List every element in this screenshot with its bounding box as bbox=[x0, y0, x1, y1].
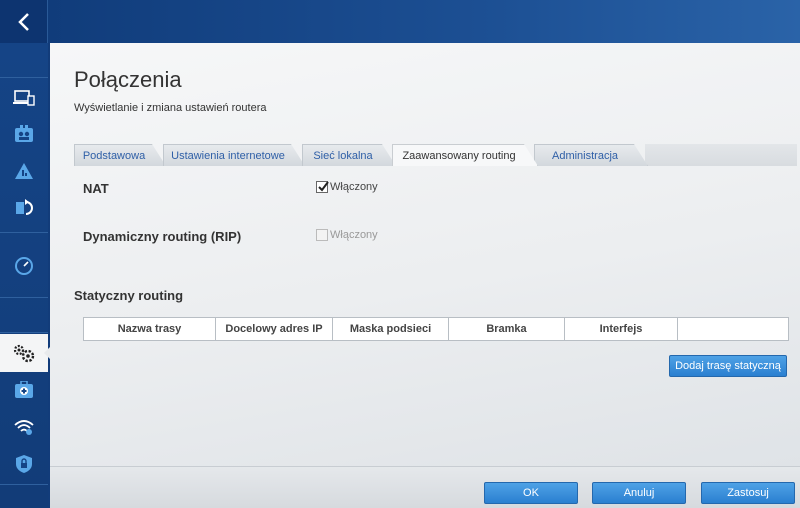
column-header-gateway: Bramka bbox=[449, 318, 565, 340]
sidebar-item-troubleshooting[interactable] bbox=[0, 372, 48, 408]
sidebar-item-parental-controls[interactable] bbox=[0, 116, 48, 152]
sidebar-item-devices[interactable] bbox=[0, 80, 48, 116]
rip-label: Dynamiczny routing (RIP) bbox=[83, 229, 242, 244]
nat-checkbox-label: Włączony bbox=[330, 181, 378, 193]
back-button[interactable] bbox=[0, 0, 48, 43]
apply-button[interactable]: Zastosuj bbox=[701, 482, 795, 504]
nat-label: NAT bbox=[83, 181, 109, 196]
rip-checkbox-label: Włączony bbox=[330, 229, 378, 241]
rip-checkbox[interactable] bbox=[316, 229, 328, 241]
tab-administration[interactable]: Administracja bbox=[534, 144, 648, 166]
top-bar bbox=[0, 0, 800, 43]
sidebar bbox=[0, 43, 50, 508]
column-header-interface: Interfejs bbox=[565, 318, 678, 340]
tab-label: Ustawienia internetowe bbox=[171, 149, 285, 162]
sidebar-divider bbox=[0, 484, 48, 485]
cancel-button[interactable]: Anuluj bbox=[592, 482, 686, 504]
checkmark-icon bbox=[318, 181, 329, 192]
footer-bar: OK Anuluj Zastosuj bbox=[50, 466, 800, 508]
static-routes-table: Nazwa trasy Docelowy adres IP Maska pods… bbox=[83, 317, 789, 341]
sidebar-item-network-map[interactable] bbox=[0, 153, 48, 189]
sidebar-divider bbox=[0, 332, 48, 333]
tab-label: Sieć lokalna bbox=[313, 149, 373, 162]
connectivity-icon bbox=[13, 344, 35, 363]
ok-button[interactable]: OK bbox=[484, 482, 578, 504]
network-map-icon bbox=[15, 163, 33, 179]
tab-label: Zaawansowany routing bbox=[402, 149, 516, 162]
column-header-actions bbox=[678, 318, 788, 340]
nat-checkbox-group[interactable]: Włączony bbox=[316, 181, 378, 193]
column-header-destination-ip: Docelowy adres IP bbox=[216, 318, 333, 340]
troubleshooting-icon bbox=[15, 381, 33, 398]
tab-internet-settings[interactable]: Ustawienia internetowe bbox=[163, 144, 305, 166]
tab-advanced-routing[interactable]: Zaawansowany routing bbox=[392, 144, 538, 166]
tab-bar-fill bbox=[645, 144, 797, 166]
column-header-subnet-mask: Maska podsieci bbox=[333, 318, 449, 340]
tab-label: Administracja bbox=[551, 149, 619, 162]
back-icon bbox=[17, 12, 29, 31]
sidebar-item-wireless[interactable] bbox=[0, 409, 48, 445]
tab-basic[interactable]: Podstawowa bbox=[74, 144, 166, 166]
column-header-route-name: Nazwa trasy bbox=[84, 318, 216, 340]
tab-local-network[interactable]: Sieć lokalna bbox=[302, 144, 396, 166]
sidebar-item-connectivity[interactable] bbox=[0, 334, 48, 372]
sidebar-item-security[interactable] bbox=[0, 446, 48, 482]
rip-checkbox-group[interactable]: Włączony bbox=[316, 229, 378, 241]
wireless-icon bbox=[14, 420, 34, 435]
tab-label: Podstawowa bbox=[82, 149, 146, 162]
parental-controls-icon bbox=[15, 125, 33, 142]
sidebar-divider bbox=[0, 232, 48, 233]
add-static-route-button[interactable]: Dodaj trasę statyczną bbox=[669, 355, 787, 377]
tab-bar: Podstawowa Ustawienia internetowe Sieć l… bbox=[74, 144, 797, 166]
page-title: Połączenia bbox=[74, 67, 182, 92]
sidebar-item-speed-test[interactable] bbox=[0, 248, 48, 284]
security-icon bbox=[16, 455, 32, 473]
sidebar-item-media-prioritization[interactable] bbox=[0, 190, 48, 226]
page-subtitle: Wyświetlanie i zmiana ustawień routera bbox=[74, 102, 267, 114]
speed-test-icon bbox=[15, 257, 33, 275]
sidebar-divider bbox=[0, 297, 48, 298]
media-prioritization-icon bbox=[16, 199, 33, 215]
main-panel: Połączenia Wyświetlanie i zmiana ustawie… bbox=[50, 43, 800, 466]
static-routing-heading: Statyczny routing bbox=[74, 288, 184, 303]
sidebar-divider bbox=[0, 77, 48, 78]
nat-checkbox[interactable] bbox=[316, 181, 329, 193]
devices-icon bbox=[13, 90, 35, 106]
